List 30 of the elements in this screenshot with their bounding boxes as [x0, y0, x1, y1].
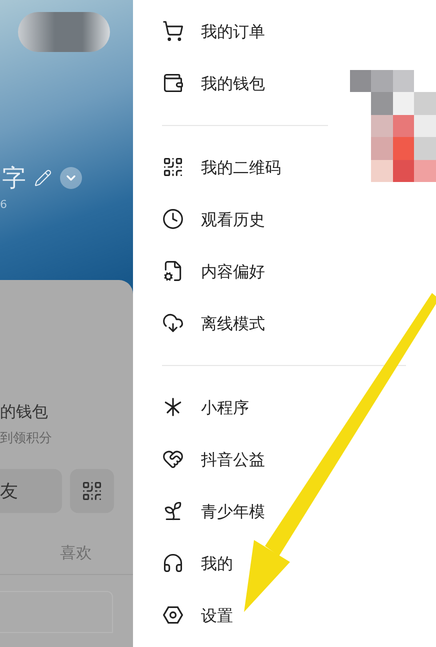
cloud-download-icon: [162, 312, 184, 334]
card-title: 的钱包: [0, 402, 49, 423]
menu-item[interactable]: 我的钱包: [162, 58, 265, 110]
settings-icon: [162, 604, 184, 626]
menu-item[interactable]: 我的: [162, 538, 233, 590]
edit-icon[interactable]: [34, 169, 52, 187]
document-gear-icon: [162, 260, 184, 282]
cart-icon: [162, 20, 184, 42]
card-subtitle: 到领积分: [0, 430, 53, 447]
menu-item[interactable]: 观看历史: [162, 194, 265, 246]
dropdown-button[interactable]: [60, 167, 82, 189]
clock-icon: [162, 208, 184, 230]
qr-code-icon: [162, 156, 184, 178]
friend-button[interactable]: 友: [0, 469, 62, 513]
asterisk-icon: [162, 396, 184, 418]
qr-code-button[interactable]: [70, 469, 114, 513]
menu-item[interactable]: 我的二维码: [162, 142, 281, 194]
wallet-icon: [162, 72, 184, 94]
menu-item[interactable]: 青少年模: [162, 486, 265, 538]
qr-code-icon: [81, 480, 103, 502]
profile-stat: 6: [0, 198, 8, 211]
menu-item[interactable]: 内容偏好: [162, 246, 265, 298]
sprout-icon: [162, 500, 184, 522]
menu-item[interactable]: 抖音公益: [162, 434, 265, 486]
menu-item[interactable]: 我的订单: [162, 6, 265, 58]
menu-item[interactable]: 小程序: [162, 382, 249, 434]
menu-item[interactable]: 离线模式: [162, 298, 265, 350]
menu-item[interactable]: 设置: [162, 590, 233, 642]
profile-name: 字: [2, 163, 26, 194]
headset-icon: [162, 552, 184, 574]
